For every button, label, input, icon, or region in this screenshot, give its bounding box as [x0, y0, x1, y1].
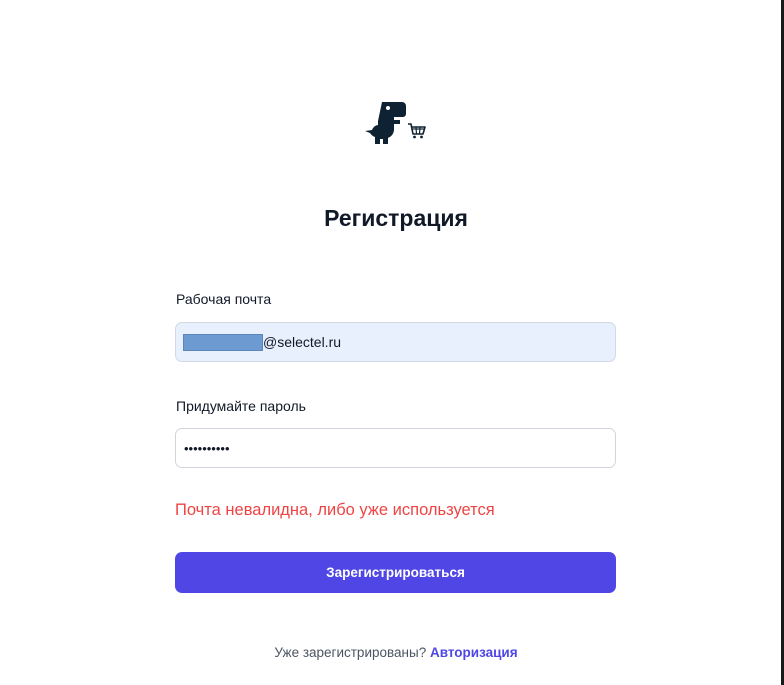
email-domain-text: @selectel.ru — [263, 334, 342, 350]
email-label: Рабочая почта — [176, 291, 272, 307]
error-message: Почта невалидна, либо уже используется — [175, 501, 495, 519]
register-button[interactable]: Зарегистрироваться — [175, 552, 616, 593]
registration-page: Регистрация Рабочая почта @selectel.ru П… — [0, 0, 784, 685]
page-title: Регистрация — [324, 205, 468, 231]
password-masked-value: •••••••••• — [184, 440, 230, 456]
password-label: Придумайте пароль — [176, 398, 306, 414]
dinosaur-cart-logo-icon — [365, 102, 426, 144]
footer-auth-prompt: Уже зарегистрированы? Авторизация — [0, 645, 784, 660]
footer-prompt-text: Уже зарегистрированы? — [274, 645, 427, 660]
redacted-username — [183, 333, 263, 351]
password-field[interactable]: •••••••••• — [175, 428, 616, 468]
login-link[interactable]: Авторизация — [430, 645, 518, 660]
email-field[interactable]: @selectel.ru — [175, 322, 616, 362]
